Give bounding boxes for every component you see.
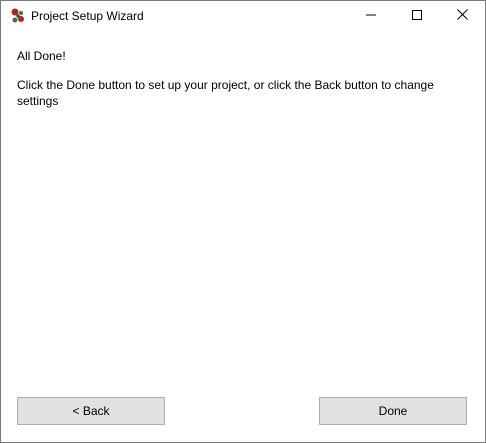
instruction-text: Click the Done button to set up your pro… <box>17 78 434 108</box>
back-button[interactable]: < Back <box>17 397 165 425</box>
minimize-button[interactable] <box>348 1 394 31</box>
wizard-content: All Done! Click the Done button to set u… <box>17 48 469 109</box>
page-heading: All Done! <box>17 49 66 63</box>
title-bar: Project Setup Wizard <box>1 1 485 31</box>
wizard-app-icon <box>10 8 26 24</box>
maximize-button[interactable] <box>394 1 440 31</box>
close-icon <box>456 7 468 25</box>
minimize-icon <box>366 7 376 25</box>
maximize-icon <box>412 7 422 25</box>
done-button[interactable]: Done <box>319 397 467 425</box>
close-button[interactable] <box>439 1 485 31</box>
wizard-window: Project Setup Wizard All Done! Click the… <box>0 0 486 443</box>
window-title: Project Setup Wizard <box>31 9 144 23</box>
